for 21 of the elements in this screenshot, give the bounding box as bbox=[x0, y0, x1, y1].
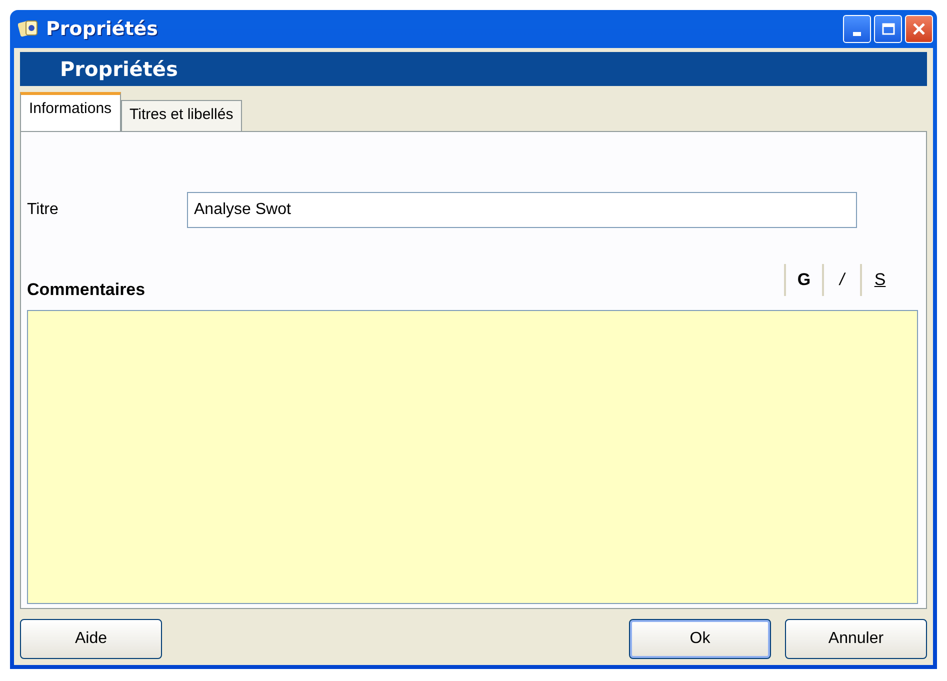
format-button[interactable]: G bbox=[784, 264, 822, 296]
tab[interactable]: Titres et libellés bbox=[120, 100, 242, 131]
dialog-button[interactable]: Ok bbox=[629, 619, 771, 659]
close-button[interactable] bbox=[905, 15, 933, 43]
cards-icon bbox=[18, 19, 40, 39]
comments-label: Commentaires bbox=[27, 280, 146, 301]
maximize-button[interactable] bbox=[874, 15, 902, 43]
help-button[interactable]: Aide bbox=[20, 619, 162, 659]
minimize-button[interactable] bbox=[843, 15, 871, 43]
maximize-icon bbox=[881, 22, 895, 36]
tab[interactable]: Informations bbox=[20, 92, 121, 131]
title-label: Titre bbox=[27, 201, 60, 219]
header-title: Propriétés bbox=[60, 57, 178, 81]
format-button[interactable]: S bbox=[860, 264, 898, 296]
close-icon bbox=[912, 22, 926, 36]
title-field[interactable]: Analyse Swot bbox=[187, 192, 857, 228]
comments-field[interactable] bbox=[27, 310, 918, 604]
minimize-icon bbox=[853, 32, 861, 36]
format-button[interactable]: / bbox=[822, 264, 860, 296]
dialog-button[interactable]: Annuler bbox=[785, 619, 927, 659]
window-title: Propriétés bbox=[46, 18, 158, 40]
